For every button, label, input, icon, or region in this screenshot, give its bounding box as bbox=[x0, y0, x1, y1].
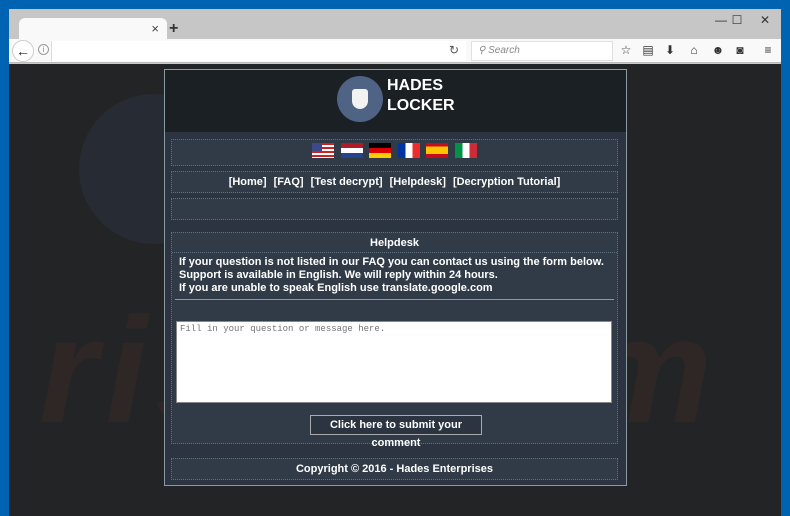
tab-bar: × + — ☐ ✕ bbox=[9, 9, 781, 41]
flag-es-icon[interactable] bbox=[426, 143, 449, 159]
logo bbox=[337, 76, 383, 122]
info-icon[interactable]: i bbox=[38, 44, 49, 55]
footer: Copyright © 2016 - Hades Enterprises bbox=[171, 458, 618, 480]
search-input[interactable]: ⚲ Search bbox=[471, 41, 613, 61]
message-textarea[interactable] bbox=[176, 321, 612, 403]
maximize-button[interactable]: ☐ bbox=[727, 13, 747, 27]
flag-it-icon[interactable] bbox=[454, 143, 477, 159]
site-body: [Home] [FAQ] [Test decrypt] [Helpdesk] [… bbox=[165, 132, 626, 485]
new-tab-button[interactable]: + bbox=[169, 20, 178, 38]
nav-faq[interactable]: [FAQ] bbox=[274, 176, 304, 188]
submit-comment-button[interactable]: Click here to submit your comment bbox=[310, 415, 482, 449]
nav-toolbar: ← i ↻ ⚲ Search ☆ ▤ ⬇ ⌂ ☻ ◙ ≡ bbox=[9, 39, 781, 63]
site-header: HADES LOCKER bbox=[165, 70, 626, 132]
nav-helpdesk[interactable]: [Helpdesk] bbox=[390, 176, 446, 188]
reload-icon[interactable]: ↻ bbox=[449, 43, 459, 57]
search-placeholder: Search bbox=[488, 45, 520, 56]
translate-link[interactable]: translate.google.com bbox=[382, 282, 493, 294]
shield-icon bbox=[352, 89, 368, 109]
clipboard-icon[interactable]: ▤ bbox=[639, 43, 657, 57]
close-window-button[interactable]: ✕ bbox=[755, 13, 775, 27]
flag-fr-icon[interactable] bbox=[397, 143, 420, 159]
nav-home[interactable]: [Home] bbox=[229, 176, 267, 188]
back-button[interactable]: ← bbox=[12, 40, 34, 62]
star-icon[interactable]: ☆ bbox=[617, 43, 635, 57]
nav-test-decrypt[interactable]: [Test decrypt] bbox=[311, 176, 383, 188]
pocket-icon[interactable]: ◙ bbox=[731, 43, 749, 57]
helpdesk-section: Helpdesk If your question is not listed … bbox=[171, 232, 618, 449]
page-content: risk.com HADES LOCKER [ bbox=[9, 64, 781, 516]
helpdesk-text: If your question is not listed in our FA… bbox=[175, 253, 614, 300]
chat-icon[interactable]: ☻ bbox=[709, 43, 727, 57]
site-nav: [Home] [FAQ] [Test decrypt] [Helpdesk] [… bbox=[171, 171, 618, 193]
flag-us-icon[interactable] bbox=[312, 143, 335, 159]
main-panel: HADES LOCKER [Home] [FAQ] [Test decrypt] bbox=[164, 69, 627, 486]
empty-box bbox=[171, 198, 618, 220]
download-icon[interactable]: ⬇ bbox=[661, 43, 679, 57]
site-title: HADES LOCKER bbox=[387, 77, 455, 114]
browser-window: × + — ☐ ✕ ← i ↻ ⚲ Search ☆ ▤ ⬇ ⌂ ☻ ◙ ≡ r… bbox=[9, 9, 781, 516]
helpdesk-title: Helpdesk bbox=[172, 233, 617, 253]
nav-decryption-tutorial[interactable]: [Decryption Tutorial] bbox=[453, 176, 560, 188]
flag-nl-icon[interactable] bbox=[340, 143, 363, 159]
flag-de-icon[interactable] bbox=[369, 143, 392, 159]
close-tab-icon[interactable]: × bbox=[151, 21, 159, 36]
language-flags bbox=[171, 139, 618, 166]
url-bar[interactable] bbox=[51, 41, 466, 61]
menu-icon[interactable]: ≡ bbox=[759, 43, 777, 57]
browser-tab[interactable]: × bbox=[19, 18, 167, 41]
home-icon[interactable]: ⌂ bbox=[685, 43, 703, 57]
